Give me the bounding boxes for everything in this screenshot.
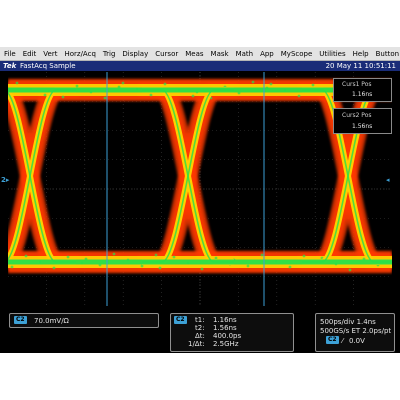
acquisition-mode: FastAcq Sample	[20, 62, 76, 70]
t1-label: t1:	[195, 316, 205, 324]
sample-rate: 500GS/s ET 2.0ps/pt	[320, 327, 392, 335]
menu-cursor[interactable]: Cursor	[152, 50, 181, 58]
cursor-1-title: Curs1 Pos	[342, 81, 372, 88]
menu-meas[interactable]: Meas	[182, 50, 206, 58]
cursor-2-title: Curs2 Pos	[342, 112, 372, 119]
menu-edit[interactable]: Edit	[20, 50, 40, 58]
cursor-readout-badge: C2	[174, 316, 187, 324]
cursor-1-panel[interactable]: Curs1 Pos 1.16ns	[333, 78, 392, 102]
menu-myscope[interactable]: MyScope	[278, 50, 316, 58]
timebase-readout[interactable]: 500ps/div 1.4ns 500GS/s ET 2.0ps/pt C2 ⁄…	[315, 313, 395, 352]
delta-t-value: 400.0ps	[213, 332, 242, 340]
menu-display[interactable]: Display	[119, 50, 151, 58]
menu-file[interactable]: File	[1, 50, 19, 58]
timebase-scale: 500ps/div 1.4ns	[320, 318, 376, 326]
menu-help[interactable]: Help	[350, 50, 372, 58]
inverse-delta-t-label: 1/Δt:	[188, 340, 205, 348]
channel-badge: C2	[14, 316, 27, 324]
cursor-readout[interactable]: C2 t1: 1.16ns t2: 1.56ns Δt: 400.0ps 1/Δ…	[170, 313, 294, 352]
trigger-slope-icon: ⁄	[342, 337, 344, 345]
channel-scale: 70.0mV/Ω	[34, 317, 69, 325]
menu-trig[interactable]: Trig	[100, 50, 119, 58]
cursor-1-value: 1.16ns	[352, 91, 373, 98]
status-bar: Tek FastAcq Sample 20 May 11 10:51:11	[0, 61, 400, 71]
tek-logo: Tek	[3, 62, 17, 70]
trigger-source-badge: C2	[326, 336, 339, 344]
trigger-level-marker[interactable]: ◂	[386, 176, 390, 184]
inverse-delta-t-value: 2.5GHz	[213, 340, 239, 348]
menu-app[interactable]: App	[257, 50, 277, 58]
delta-t-label: Δt:	[195, 332, 205, 340]
cursor-2-value: 1.56ns	[352, 123, 373, 130]
trigger-level: 0.0V	[349, 337, 365, 345]
channel-2-level-marker[interactable]: 2▸	[1, 176, 9, 184]
date-time: 20 May 11 10:51:11	[325, 62, 396, 70]
menu-utilities[interactable]: Utilities	[316, 50, 348, 58]
menu-mask[interactable]: Mask	[208, 50, 232, 58]
menu-bar: File Edit Vert Horz/Acq Trig Display Cur…	[0, 47, 400, 61]
menu-horz-acq[interactable]: Horz/Acq	[61, 50, 98, 58]
cursor-2-panel[interactable]: Curs2 Pos 1.56ns	[333, 108, 392, 134]
menu-button[interactable]: Button	[373, 50, 400, 58]
t1-value: 1.16ns	[213, 316, 237, 324]
t2-label: t2:	[195, 324, 205, 332]
t2-value: 1.56ns	[213, 324, 237, 332]
menu-vert[interactable]: Vert	[40, 50, 60, 58]
menu-math[interactable]: Math	[233, 50, 257, 58]
channel-readout[interactable]: C2 70.0mV/Ω	[9, 313, 159, 328]
